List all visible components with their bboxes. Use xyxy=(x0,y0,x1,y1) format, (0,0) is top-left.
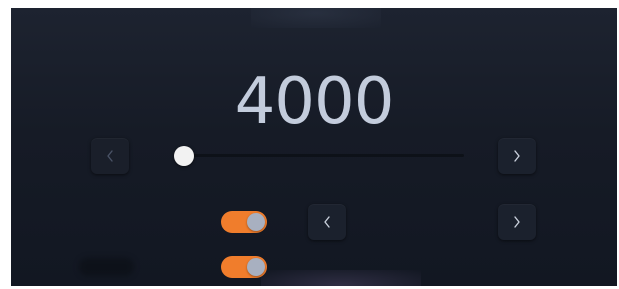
chevron-left-icon xyxy=(107,150,113,162)
chevron-left-icon xyxy=(324,216,330,228)
previous-button[interactable] xyxy=(308,204,346,240)
top-glow xyxy=(251,8,381,28)
toggle-knob xyxy=(247,258,265,276)
increment-button[interactable] xyxy=(498,138,536,174)
control-panel: 4000 xyxy=(11,8,617,286)
value-slider-track[interactable] xyxy=(174,154,464,157)
decrement-button[interactable] xyxy=(91,138,129,174)
chevron-right-icon xyxy=(514,216,520,228)
value-display: 4000 xyxy=(234,65,395,139)
toggle-knob xyxy=(247,213,265,231)
toggle-switch-1[interactable] xyxy=(221,211,267,233)
chevron-right-icon xyxy=(514,150,520,162)
bottom-glow xyxy=(261,270,421,286)
next-button[interactable] xyxy=(498,204,536,240)
toggle-switch-2[interactable] xyxy=(221,256,267,278)
shadow-decoration xyxy=(79,258,134,276)
value-slider-thumb[interactable] xyxy=(174,146,194,166)
